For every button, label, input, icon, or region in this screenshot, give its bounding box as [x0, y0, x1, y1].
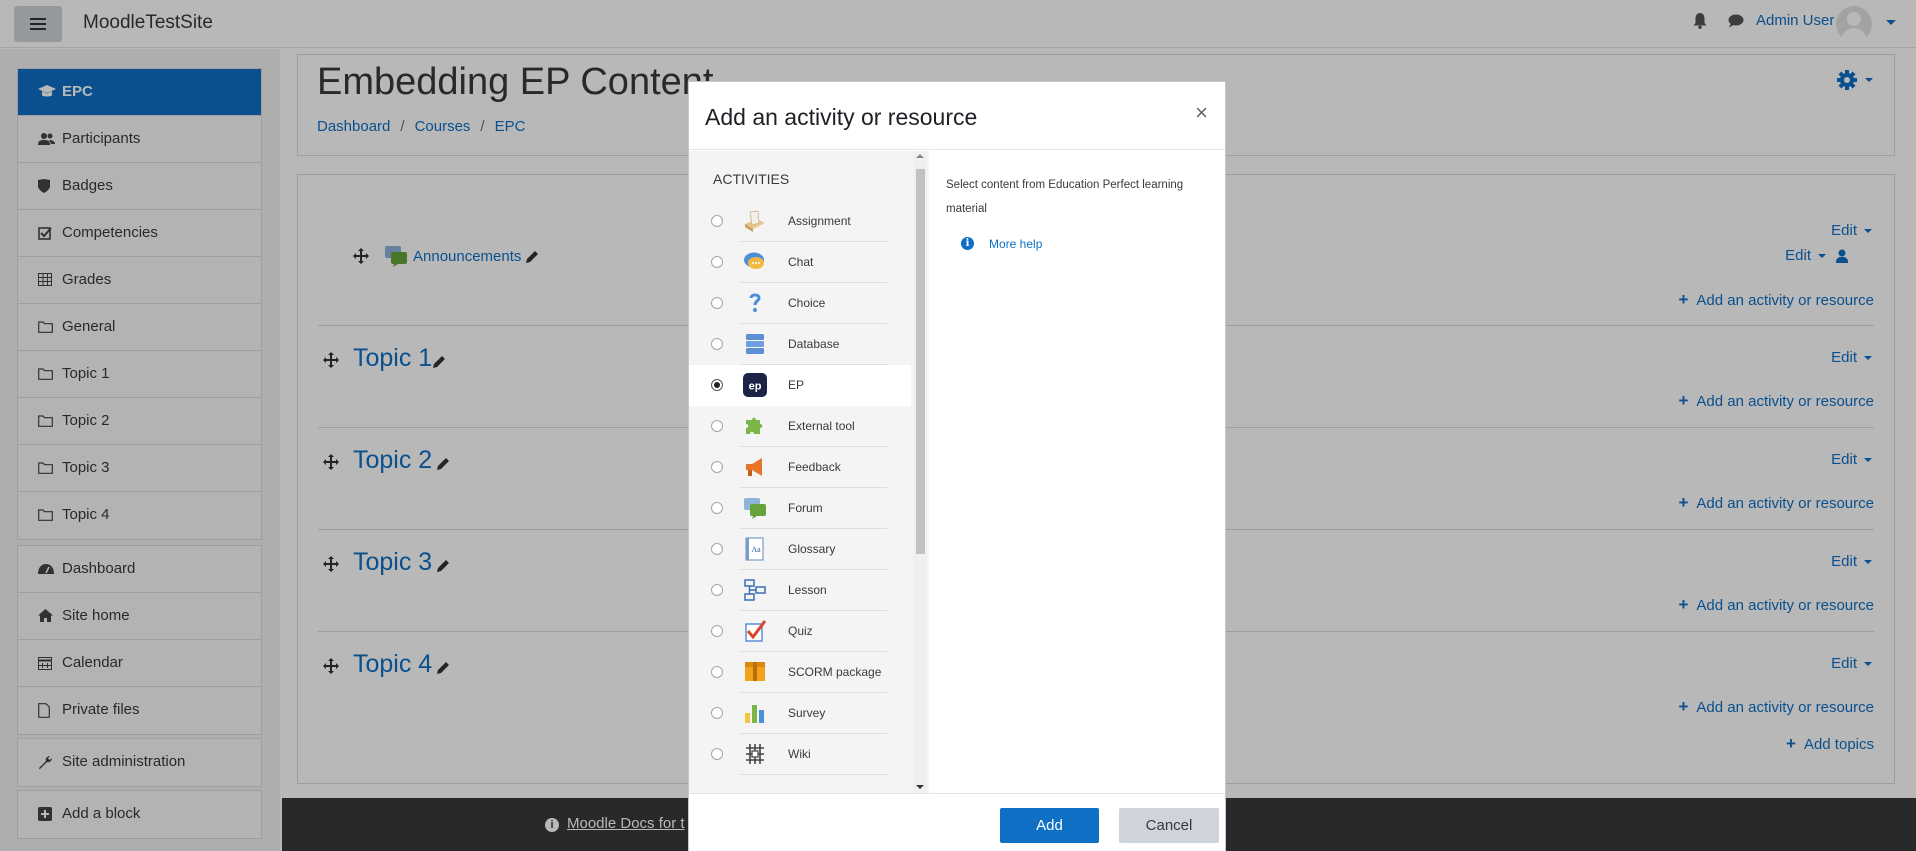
ep-icon: ep: [743, 373, 767, 397]
activity-option-label: Wiki: [788, 747, 811, 761]
activity-option-label: Quiz: [788, 624, 813, 638]
radio-button[interactable]: [711, 707, 723, 719]
add-button[interactable]: Add: [1000, 808, 1099, 843]
activity-option-external-tool[interactable]: External tool: [689, 406, 911, 447]
svg-text:Aa: Aa: [751, 545, 761, 554]
scorm-icon: [743, 660, 767, 684]
puzzle-icon: [743, 414, 767, 438]
megaphone-icon: [743, 455, 767, 479]
radio-button[interactable]: [711, 502, 723, 514]
activity-option-label: Survey: [788, 706, 826, 720]
radio-button[interactable]: [711, 584, 723, 596]
lesson-icon: [743, 578, 767, 602]
activity-chooser-dialog: Add an activity or resource × ACTIVITIES…: [688, 81, 1226, 851]
choice-icon: [743, 291, 767, 315]
help-description: Select content from Education Perfect le…: [946, 179, 1184, 215]
activity-option-forum[interactable]: Forum: [689, 488, 911, 529]
close-icon[interactable]: ×: [1195, 100, 1208, 126]
cancel-button[interactable]: Cancel: [1119, 808, 1219, 843]
radio-button[interactable]: [711, 215, 723, 227]
scrollbar-thumb[interactable]: [916, 169, 925, 554]
radio-button[interactable]: [711, 625, 723, 637]
database-icon: [743, 332, 767, 356]
survey-icon: [743, 701, 767, 725]
activity-option-label: Database: [788, 337, 840, 351]
activity-option-chat[interactable]: Chat: [689, 242, 911, 283]
modal-title: Add an activity or resource: [705, 104, 978, 130]
activity-option-label: Glossary: [788, 542, 836, 556]
assignment-icon: [743, 209, 767, 233]
activity-option-label: Lesson: [788, 583, 827, 597]
info-icon: i: [961, 237, 974, 250]
activity-option-ep[interactable]: ep EP: [689, 365, 911, 406]
chat-icon: [743, 250, 767, 274]
activity-option-assignment[interactable]: Assignment: [689, 201, 911, 242]
quiz-icon: [743, 619, 767, 643]
activity-option-label: Choice: [788, 296, 826, 310]
radio-button[interactable]: [711, 256, 723, 268]
scroll-up-icon[interactable]: [916, 154, 924, 158]
activity-option-wiki[interactable]: Wiki: [689, 734, 911, 775]
activity-option-quiz[interactable]: Quiz: [689, 611, 911, 652]
activity-option-database[interactable]: Database: [689, 324, 911, 365]
radio-button[interactable]: [711, 543, 723, 555]
activity-option-label: Chat: [788, 255, 814, 269]
activity-option-lesson[interactable]: Lesson: [689, 570, 911, 611]
activity-option-glossary[interactable]: Aa Glossary: [689, 529, 911, 570]
activity-option-scorm-package[interactable]: SCORM package: [689, 652, 911, 693]
activity-option-feedback[interactable]: Feedback: [689, 447, 911, 488]
activity-option-label: EP: [788, 378, 805, 392]
activity-option-label: SCORM package: [788, 665, 882, 679]
forum-icon: [743, 496, 767, 520]
activity-option-survey[interactable]: Survey: [689, 693, 911, 734]
radio-button[interactable]: [711, 748, 723, 760]
activity-option-label: Forum: [788, 501, 823, 515]
help-pane: Select content from Education Perfect le…: [929, 151, 1225, 793]
svg-text:ep: ep: [749, 381, 762, 393]
radio-button[interactable]: [711, 666, 723, 678]
radio-button[interactable]: [711, 379, 723, 391]
radio-button[interactable]: [711, 461, 723, 473]
radio-button[interactable]: [711, 297, 723, 309]
glossary-icon: Aa: [743, 537, 767, 561]
activity-option-label: External tool: [788, 419, 855, 433]
modal-header: Add an activity or resource ×: [689, 82, 1225, 150]
wiki-icon: [743, 742, 767, 766]
radio-button[interactable]: [711, 338, 723, 350]
activities-heading: ACTIVITIES: [713, 171, 790, 187]
activity-options-list[interactable]: ACTIVITIES Assignment Chat Choice Database e…: [689, 151, 929, 793]
activity-option-choice[interactable]: Choice: [689, 283, 911, 324]
activity-option-label: Feedback: [788, 460, 841, 474]
activity-option-label: Assignment: [788, 214, 851, 228]
radio-button[interactable]: [711, 420, 723, 432]
more-help-label: More help: [989, 237, 1043, 251]
scroll-down-icon[interactable]: [916, 785, 924, 789]
modal-footer: Add Cancel: [689, 793, 1225, 851]
